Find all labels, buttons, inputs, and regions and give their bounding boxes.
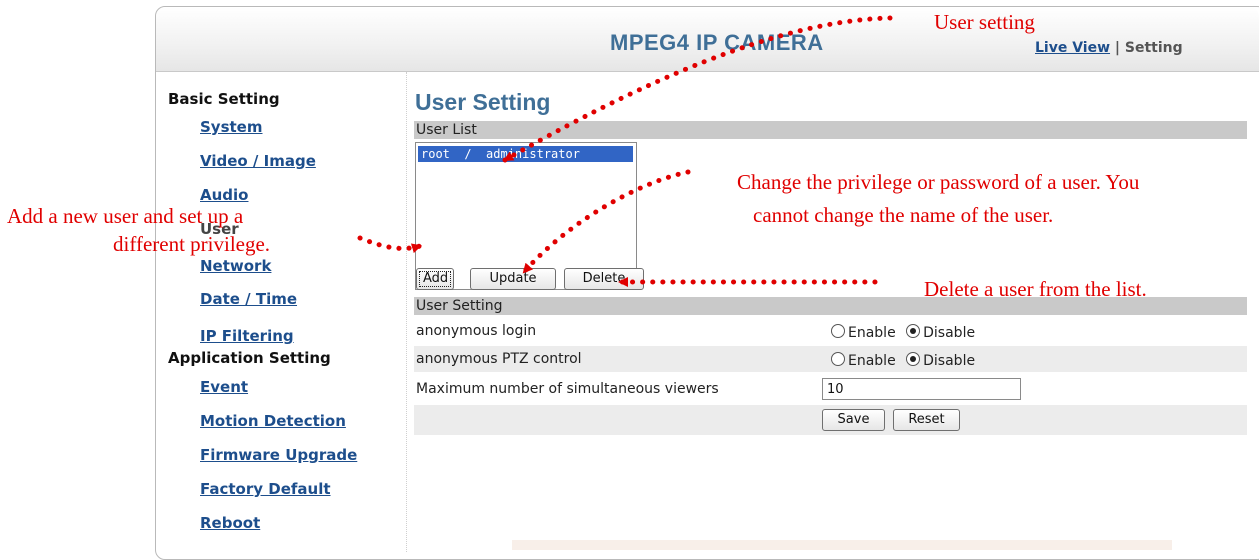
reset-button[interactable]: Reset [893,409,960,431]
footer-strip [512,540,1172,550]
enable-label: Enable [848,353,896,369]
max-viewers-label: Maximum number of simultaneous viewers [416,381,719,397]
delete-button[interactable]: Delete [564,268,644,290]
camera-title: MPEG4 IP CAMERA [610,30,824,55]
user-list-item[interactable]: root / administrator [418,146,633,162]
annotation-change-line2: cannot change the name of the user. [753,203,1054,227]
annotation-add-line1: Add a new user and set up a [7,204,244,228]
anonymous-ptz-radios: Enable Disable [831,352,981,369]
sidebar-item-motion-detection[interactable]: Motion Detection [200,412,346,430]
max-viewers-input[interactable] [822,378,1021,400]
disable-label: Disable [923,325,976,341]
annotation-add-line2: different privilege. [113,232,271,256]
sidebar-divider [406,72,408,552]
add-button[interactable]: Add [416,268,454,290]
sidebar-item-firmware-upgrade[interactable]: Firmware Upgrade [200,446,357,464]
user-list-header: User List [414,121,1247,139]
nav-separator: | [1114,40,1121,56]
sidebar-item-reboot[interactable]: Reboot [200,514,260,532]
anonymous-login-disable-radio[interactable] [906,324,921,338]
anonymous-login-enable-radio[interactable] [831,324,845,338]
annotation-user-setting: User setting [934,10,1035,34]
anonymous-login-label: anonymous login [416,323,537,339]
annotation-delete: Delete a user from the list. [924,277,1147,301]
update-button[interactable]: Update [470,268,556,290]
anonymous-ptz-enable-radio[interactable] [831,352,845,366]
sidebar-item-date-time[interactable]: Date / Time [200,290,297,308]
live-view-link[interactable]: Live View [1035,40,1110,56]
sidebar-item-audio[interactable]: Audio [200,186,248,204]
anonymous-ptz-disable-radio[interactable] [906,352,921,366]
sidebar-item-factory-default[interactable]: Factory Default [200,480,331,498]
sidebar-item-video-image[interactable]: Video / Image [200,152,316,170]
page-title: User Setting [415,89,551,115]
disable-label: Disable [923,353,976,369]
header-divider [156,71,1259,72]
basic-setting-heading: Basic Setting [168,90,280,108]
save-button[interactable]: Save [822,409,885,431]
sidebar-item-ip-filtering[interactable]: IP Filtering [200,327,294,345]
enable-label: Enable [848,325,896,341]
sidebar-item-network[interactable]: Network [200,257,271,275]
application-setting-heading: Application Setting [168,349,331,367]
annotation-change-line1: Change the privilege or password of a us… [737,170,1140,194]
anonymous-login-radios: Enable Disable [831,324,981,341]
sidebar-item-system[interactable]: System [200,118,262,136]
top-nav: Live View | Setting [1035,40,1183,56]
sidebar-item-event[interactable]: Event [200,378,248,396]
anonymous-ptz-label: anonymous PTZ control [416,351,582,367]
setting-link[interactable]: Setting [1125,40,1183,56]
